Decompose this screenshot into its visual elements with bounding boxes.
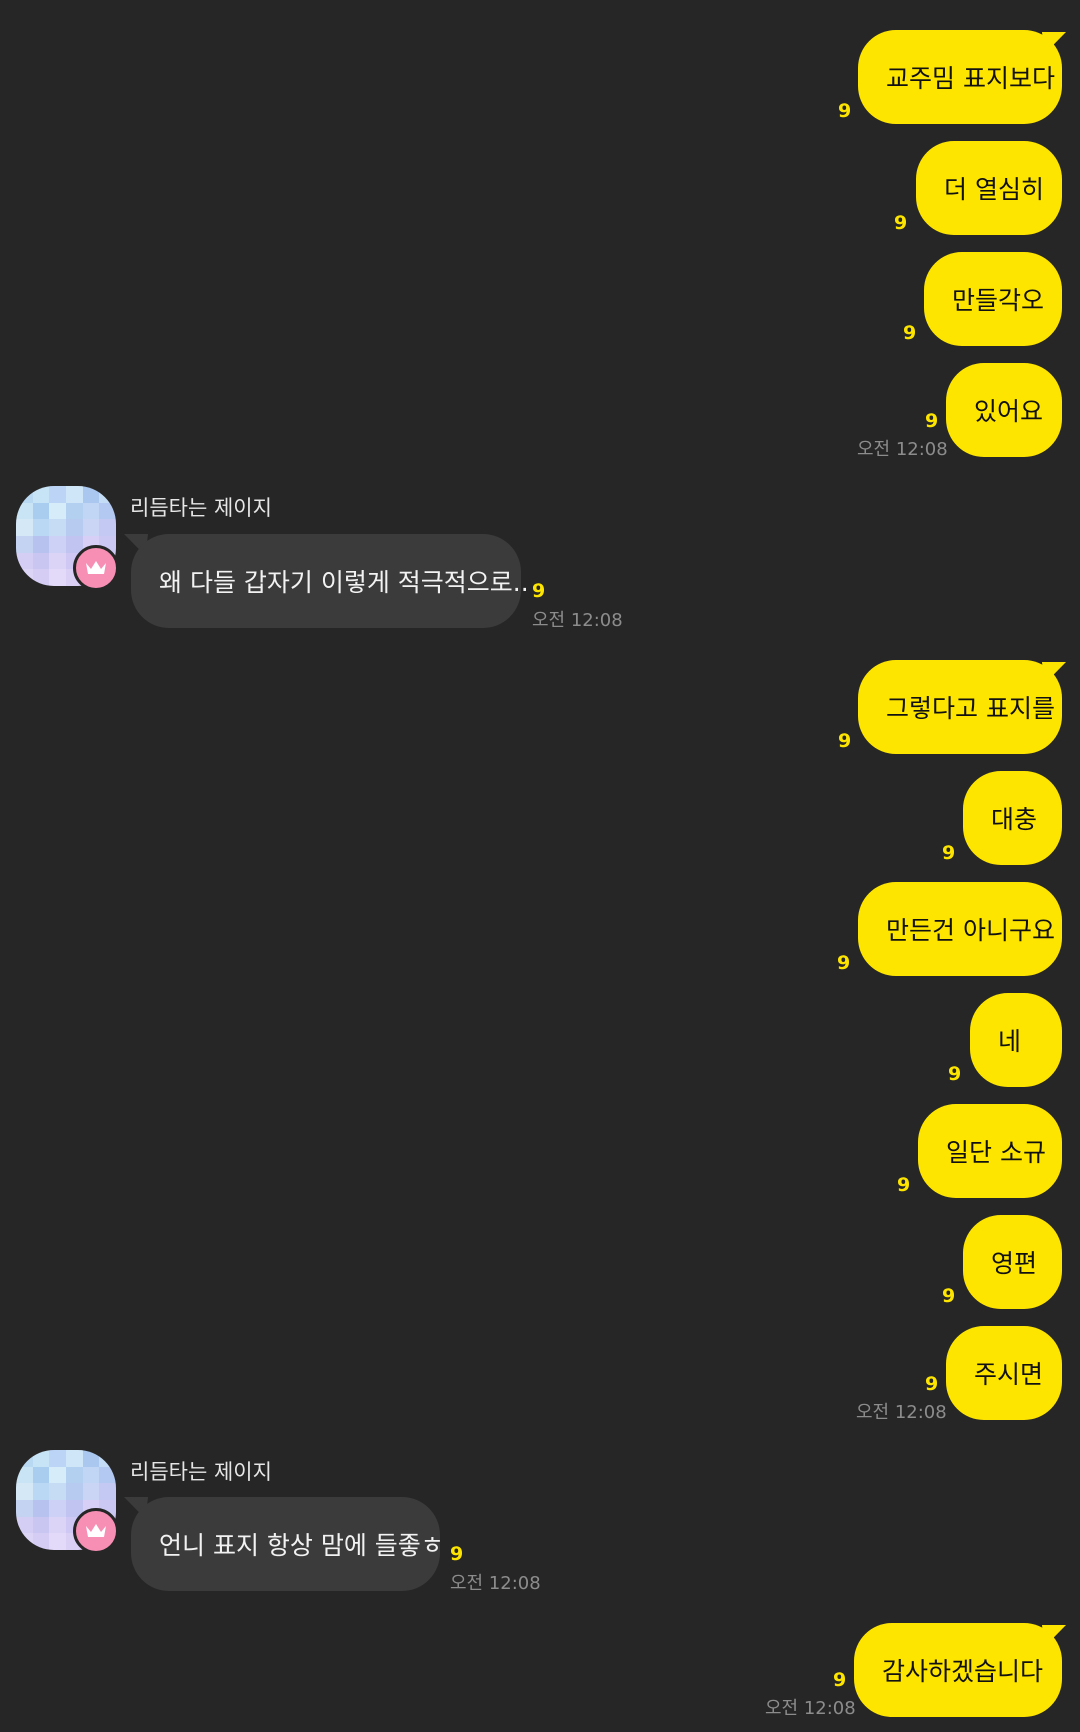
my-message-bubble[interactable]: 주시면 [946,1326,1062,1420]
my-message-bubble[interactable]: 있어요 [946,363,1062,457]
my-message-bubble[interactable]: 교주밈 표지보다 [858,30,1062,124]
unread-count: 9 [838,100,852,122]
message-text: 언니 표지 항상 맘에 들좋ㅎ [159,1531,444,1560]
message-text: 그렇다고 표지를 [886,694,1055,723]
unread-count: 9 [838,730,852,752]
unread-count: 9 [903,322,917,344]
my-message-bubble[interactable]: 네 [970,993,1062,1087]
unread-count: 9 [942,1285,956,1307]
message-text: 주시면 [974,1360,1044,1389]
unread-count: 9 [833,1669,847,1691]
message-text: 있어요 [974,397,1044,426]
my-message-bubble[interactable]: 더 열심히 [916,141,1062,235]
sender-name: 리듬타는 제이지 [130,496,272,520]
message-time: 오전 12:08 [450,1573,541,1594]
unread-count: 9 [925,1373,939,1395]
message-time: 오전 12:08 [532,610,623,631]
message-text: 교주밈 표지보다 [886,64,1055,93]
message-text: 만들각오 [952,286,1045,315]
message-text: 영편 [991,1249,1038,1278]
unread-count: 9 [450,1543,464,1565]
crown-icon [73,1508,119,1554]
my-message-bubble[interactable]: 만들각오 [924,252,1062,346]
my-message-bubble[interactable]: 그렇다고 표지를 [858,660,1062,754]
unread-count: 9 [925,410,939,432]
message-text: 더 열심히 [944,175,1044,204]
unread-count: 9 [532,580,546,602]
other-message-bubble[interactable]: 언니 표지 항상 맘에 들좋ㅎ [131,1497,444,1591]
message-time: 오전 12:08 [765,1698,856,1719]
my-message-bubble[interactable]: 영편 [963,1215,1062,1309]
my-message-bubble[interactable]: 일단 소규 [918,1104,1062,1198]
my-message-bubble[interactable]: 감사하겠습니다 [854,1623,1062,1717]
unread-count: 9 [894,212,908,234]
message-text: 왜 다들 갑자기 이렇게 적극적으로.. [159,568,529,597]
other-message-bubble[interactable]: 왜 다들 갑자기 이렇게 적극적으로.. [131,534,529,628]
message-time: 오전 12:08 [857,439,948,460]
unread-count: 9 [897,1174,911,1196]
my-message-bubble[interactable]: 만든건 아니구요 [858,882,1062,976]
message-text: 감사하겠습니다 [882,1657,1044,1686]
my-message-bubble[interactable]: 대충 [963,771,1062,865]
crown-icon [73,545,119,591]
message-time: 오전 12:08 [856,1402,947,1423]
unread-count: 9 [837,952,851,974]
unread-count: 9 [948,1063,962,1085]
message-text: 대충 [991,805,1038,834]
message-text: 만든건 아니구요 [886,916,1055,945]
message-text: 네 [998,1027,1022,1056]
message-text: 일단 소규 [946,1138,1046,1167]
unread-count: 9 [942,842,956,864]
sender-name: 리듬타는 제이지 [130,1460,272,1484]
